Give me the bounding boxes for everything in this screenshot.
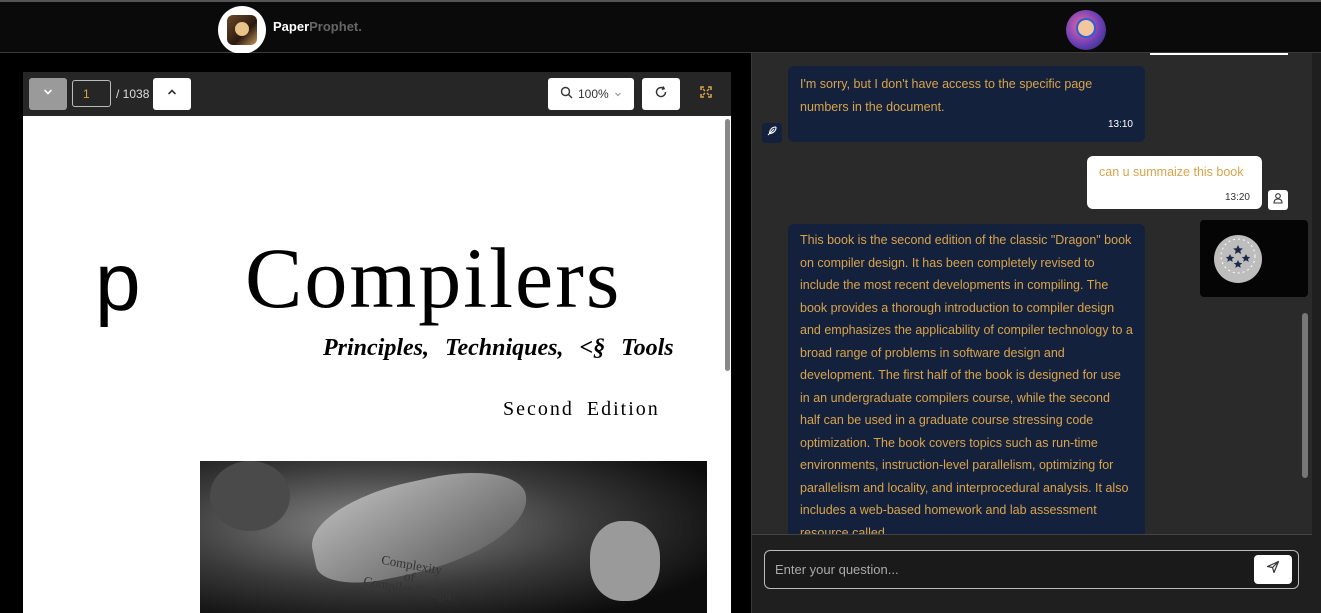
message-time: 13:10 <box>1107 118 1133 130</box>
assistant-message: I'm sorry, but I don't have access to th… <box>788 66 1145 142</box>
pdf-toolbar: / 1038 100% <box>23 72 731 116</box>
message-text: This book is the second edition of the c… <box>800 233 1133 534</box>
pdf-scrollbar[interactable] <box>725 119 730 371</box>
assistant-avatar <box>762 123 782 143</box>
rotate-button[interactable] <box>642 78 680 110</box>
chevron-up-icon <box>166 85 178 103</box>
pdf-page: p Compilers Principles, Techniques, <§ T… <box>23 116 731 613</box>
fullscreen-button[interactable] <box>687 78 725 110</box>
refresh-icon <box>654 85 668 104</box>
previous-icon-edge <box>1268 53 1288 55</box>
brand-part2: Prophet. <box>309 19 362 34</box>
message-list: I'm sorry, but I don't have access to th… <box>752 53 1312 534</box>
chevron-down-icon <box>42 85 54 103</box>
message-text: can u summaize this book <box>1099 165 1244 179</box>
previous-page-button[interactable] <box>153 78 191 110</box>
star-icon <box>1219 237 1257 280</box>
user-message-avatar <box>1268 190 1288 210</box>
zoom-value: 100% <box>578 87 609 101</box>
illustration-shadow <box>210 461 290 531</box>
message-time: 13:20 <box>1224 192 1250 203</box>
question-input[interactable] <box>764 550 1299 589</box>
book-title: Compilers <box>245 230 622 326</box>
page-total: / 1038 <box>116 87 150 101</box>
question-bar <box>752 534 1312 613</box>
page-number-input[interactable] <box>72 80 111 107</box>
send-button[interactable] <box>1254 555 1292 584</box>
search-icon <box>560 86 573 102</box>
stars-badge <box>1214 234 1262 283</box>
previous-message-edge <box>1150 53 1270 55</box>
pdf-viewer: / 1038 100% p Compilers <box>0 53 751 613</box>
book-letter: p <box>95 237 141 328</box>
user-message: can u summaize this book 13:20 <box>1087 156 1262 209</box>
zoom-select[interactable]: 100% <box>548 78 634 110</box>
chevron-down-icon <box>614 87 622 101</box>
chat-scrollbar[interactable] <box>1302 313 1308 478</box>
feather-icon <box>766 124 778 142</box>
user-icon <box>1272 191 1284 209</box>
fullscreen-icon <box>699 85 713 104</box>
cover-illustration: Complexity of Compiler Design <box>200 461 707 613</box>
floating-assistant-widget[interactable] <box>1200 220 1308 297</box>
message-text: I'm sorry, but I don't have access to th… <box>800 77 1093 114</box>
send-icon <box>1266 560 1280 579</box>
chat-panel: I'm sorry, but I don't have access to th… <box>751 53 1321 613</box>
knight-shape <box>590 521 660 601</box>
book-edition: Second Edition <box>503 398 660 420</box>
book-subtitle: Principles, Techniques, <§ Tools <box>323 335 674 361</box>
logo-image <box>227 15 257 45</box>
top-navbar: PaperProphet. <box>0 0 1321 54</box>
app-logo[interactable] <box>218 6 266 54</box>
next-page-button[interactable] <box>29 78 67 110</box>
user-avatar[interactable] <box>1066 10 1106 50</box>
brand-name: PaperProphet. <box>273 19 362 34</box>
brand-part1: Paper <box>273 19 310 34</box>
assistant-message: This book is the second edition of the c… <box>788 224 1145 534</box>
